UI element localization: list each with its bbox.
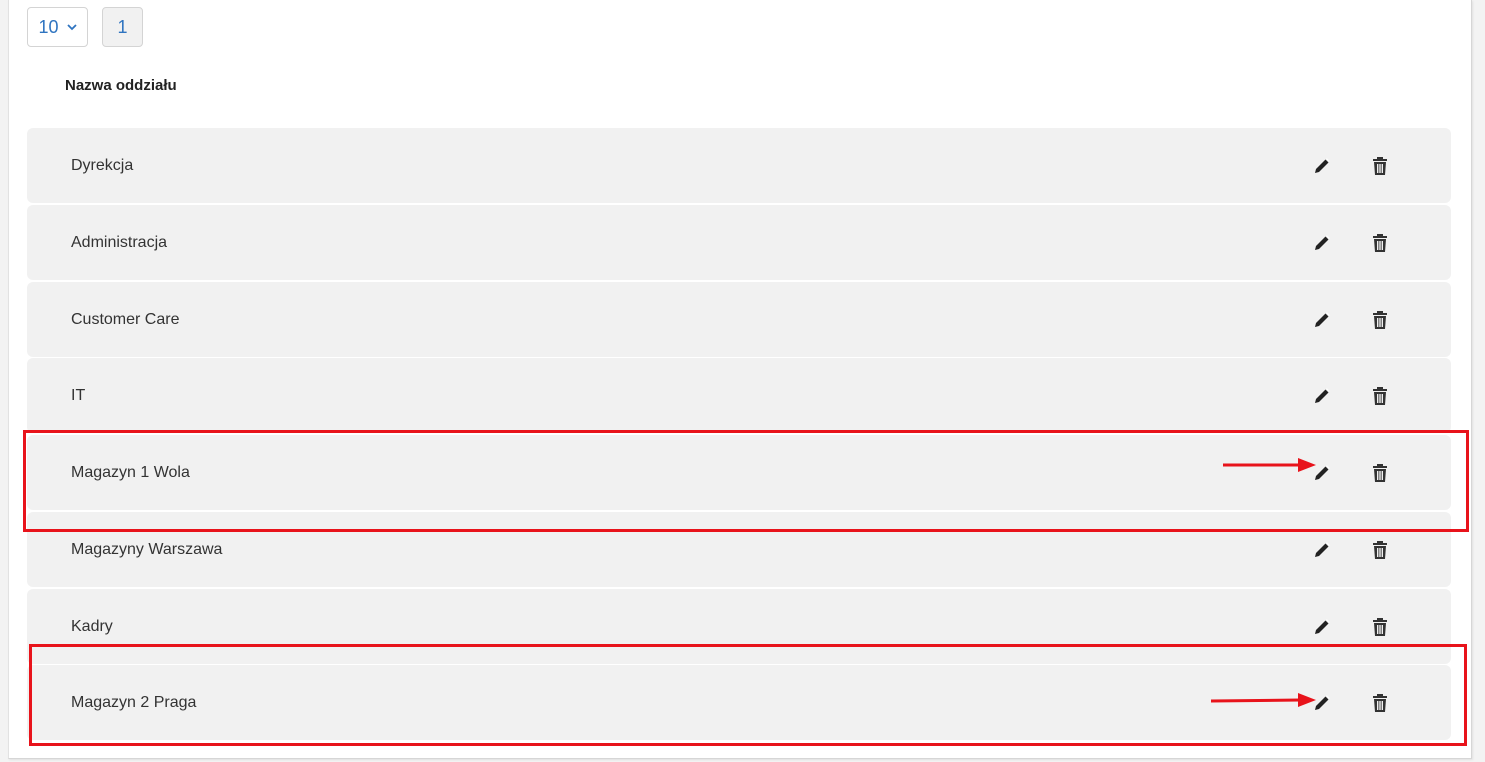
table-row: Kadry xyxy=(27,589,1451,664)
pencil-icon xyxy=(1315,618,1330,634)
branch-name: Administracja xyxy=(71,233,168,251)
pencil-icon xyxy=(1315,157,1330,173)
trash-icon xyxy=(1373,386,1387,405)
pencil-icon xyxy=(1315,541,1330,557)
table-row: Magazyn 2 Praga xyxy=(27,665,1451,740)
delete-button[interactable] xyxy=(1369,616,1391,638)
table-row: Dyrekcja xyxy=(27,128,1451,203)
trash-icon xyxy=(1373,156,1387,175)
table-row: Customer Care xyxy=(27,282,1451,357)
chevron-down-icon xyxy=(66,23,77,30)
delete-button[interactable] xyxy=(1369,232,1391,254)
column-header-branch-name: Nazwa oddziału xyxy=(65,77,177,94)
pencil-icon xyxy=(1315,464,1330,480)
pencil-icon xyxy=(1315,234,1330,250)
trash-icon xyxy=(1373,617,1387,636)
edit-button[interactable] xyxy=(1311,155,1333,177)
delete-button[interactable] xyxy=(1369,692,1391,714)
branch-name: Dyrekcja xyxy=(71,156,134,174)
page-size-select[interactable]: 10 xyxy=(27,7,88,47)
trash-icon xyxy=(1373,540,1387,559)
pencil-icon xyxy=(1315,387,1330,403)
branch-name: Customer Care xyxy=(71,310,180,328)
pagination-page-label: 1 xyxy=(117,16,128,37)
branch-name: Magazyn 2 Praga xyxy=(71,693,197,711)
table-row: Magazyn 1 Wola xyxy=(27,435,1451,510)
edit-button[interactable] xyxy=(1311,616,1333,638)
branch-name: Magazyny Warszawa xyxy=(71,540,223,558)
trash-icon xyxy=(1373,693,1387,712)
branch-name: Kadry xyxy=(71,617,113,635)
delete-button[interactable] xyxy=(1369,539,1391,561)
edit-button[interactable] xyxy=(1311,692,1333,714)
delete-button[interactable] xyxy=(1369,309,1391,331)
table-row: Magazyny Warszawa xyxy=(27,512,1451,587)
edit-button[interactable] xyxy=(1311,309,1333,331)
branch-name: Magazyn 1 Wola xyxy=(71,463,190,481)
branch-name: IT xyxy=(71,386,86,404)
trash-icon xyxy=(1373,310,1387,329)
trash-icon xyxy=(1373,463,1387,482)
edit-button[interactable] xyxy=(1311,385,1333,407)
edit-button[interactable] xyxy=(1311,462,1333,484)
edit-button[interactable] xyxy=(1311,232,1333,254)
pencil-icon xyxy=(1315,311,1330,327)
page-size-value: 10 xyxy=(38,16,59,37)
table-row: Administracja xyxy=(27,205,1451,280)
delete-button[interactable] xyxy=(1369,155,1391,177)
delete-button[interactable] xyxy=(1369,385,1391,407)
pagination-page-button[interactable]: 1 xyxy=(102,7,143,47)
edit-button[interactable] xyxy=(1311,539,1333,561)
delete-button[interactable] xyxy=(1369,462,1391,484)
pencil-icon xyxy=(1315,694,1330,710)
trash-icon xyxy=(1373,233,1387,252)
table-row: IT xyxy=(27,358,1451,433)
